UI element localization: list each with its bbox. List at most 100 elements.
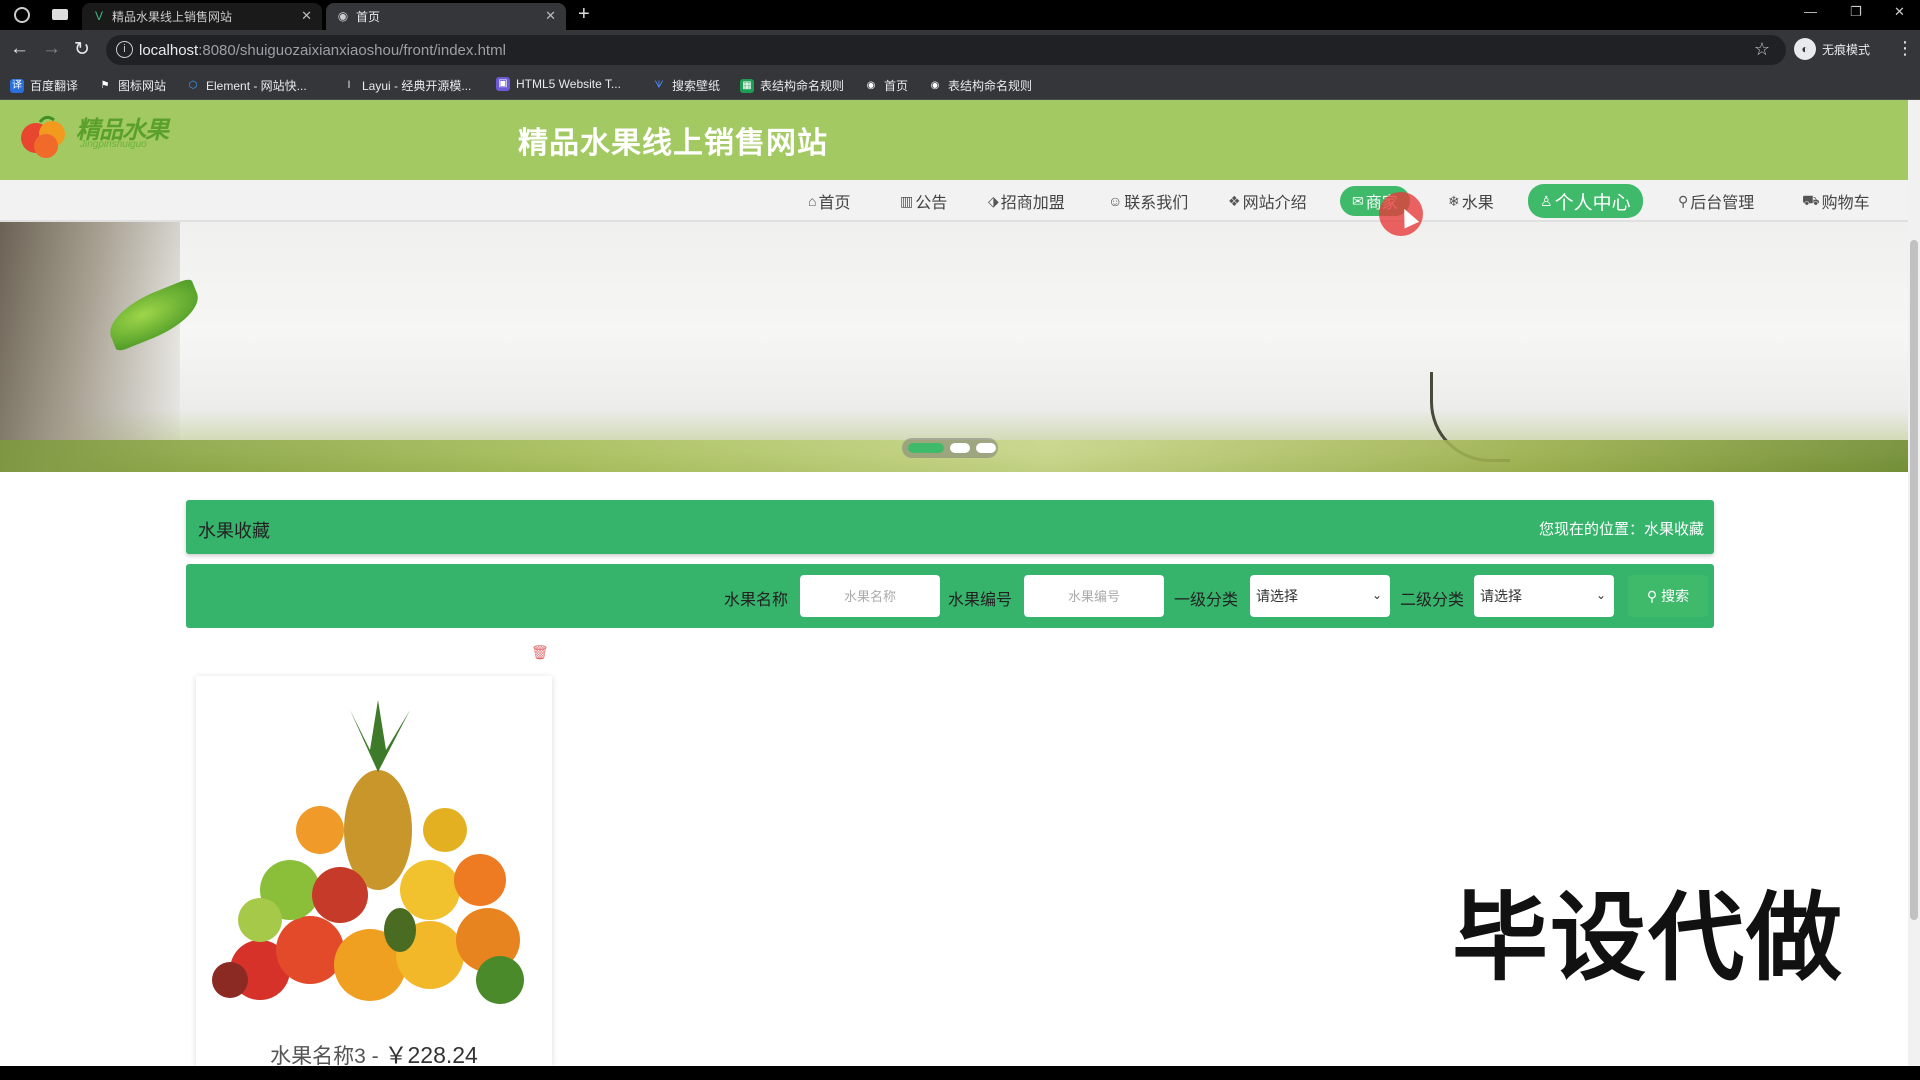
translate-icon: 译 — [10, 78, 24, 93]
category2-select[interactable]: 请选择 ⌄ — [1474, 575, 1614, 617]
flag-icon: ⚑ — [100, 79, 110, 91]
hero-banner[interactable] — [0, 222, 1908, 472]
incognito-label: 无痕模式 — [1822, 42, 1871, 57]
chevron-down-icon: ⌄ — [1595, 588, 1606, 602]
browser-chrome: V 精品水果线上销售网站 ✕ ◉ 首页 ✕ + — ❐ ✕ ← → ↻ i lo… — [0, 0, 1920, 100]
link-icon: ⚲ — [1678, 192, 1689, 209]
info-icon[interactable]: i — [116, 41, 133, 58]
layui-icon: l — [347, 79, 351, 91]
browser-tab-2[interactable]: ◉ 首页 ✕ — [326, 3, 566, 30]
trash-icon[interactable]: 🗑 — [531, 644, 549, 660]
site-nav: ⌂首页 ▥公告 ⬗招商加盟 ☺联系我们 ❖网站介绍 ✉商家 ❄水果 ♙个人中心 … — [0, 180, 1908, 222]
fruit-code-input[interactable] — [1024, 575, 1164, 617]
mail-icon: ✉ — [1352, 192, 1364, 209]
bookmarks-bar: 译百度翻译 ⚑ 图标网站 ⬡ Element - 网站快... l Layui - 经… — [0, 70, 1920, 100]
sheet-icon: ▦ — [740, 78, 754, 93]
product-title[interactable]: 水果名称3 - ￥228.24 — [196, 1036, 552, 1066]
carousel-dot-active[interactable] — [908, 443, 944, 453]
new-tab-icon[interactable]: + — [578, 3, 590, 26]
bookmark-item[interactable]: ⚑ 图标网站 — [98, 77, 167, 94]
fruit-name-input[interactable] — [800, 575, 940, 617]
nav-home[interactable]: ⌂ 首页 — [808, 186, 850, 216]
user-icon: ♙ — [1540, 192, 1553, 209]
globe-icon: ◉ — [866, 79, 876, 91]
bookmark-item[interactable]: ◉ 表结构命名规则 — [928, 77, 1032, 94]
bookmark-item[interactable]: ⬡ Element - 网站快... — [186, 77, 307, 94]
fruit-code-label: 水果编号 — [948, 592, 1013, 609]
forward-icon[interactable]: → — [42, 38, 61, 60]
bookmark-item[interactable]: l Layui - 经典开源模... — [342, 77, 471, 94]
tab-strip: V 精品水果线上销售网站 ✕ ◉ 首页 ✕ + — ❐ ✕ — [0, 0, 1920, 30]
nav-contact[interactable]: ☺ 联系我们 — [1108, 186, 1188, 216]
carousel-dot[interactable] — [976, 443, 996, 453]
fruit-logo-icon — [21, 115, 65, 158]
book-icon: ❖ — [1228, 192, 1241, 209]
reload-icon[interactable]: ↻ — [74, 38, 90, 61]
category1-label: 一级分类 — [1174, 592, 1239, 609]
bottom-edge — [0, 1066, 1920, 1080]
bookmark-item[interactable]: ▣ HTML5 Website T... — [496, 77, 621, 91]
logo-subtext: Jingpinshuiguo — [80, 139, 147, 150]
search-icon: ⚲ — [1646, 587, 1658, 604]
globe-icon: ◉ — [337, 9, 349, 23]
bookmark-item[interactable]: ᗐ 搜索壁纸 — [652, 77, 720, 94]
wallpaper-icon: ᗐ — [654, 79, 664, 91]
element-icon: ⬡ — [188, 79, 198, 91]
address-bar[interactable]: i localhost:8080/shuiguozaixianxiaoshou/… — [106, 35, 1786, 65]
site-header: 精品水果 Jingpinshuiguo 精品水果线上销售网站 — [0, 100, 1908, 180]
snowflake-icon: ❄ — [1448, 192, 1460, 209]
breadcrumb-position: 您现在的位置：水果收藏 — [1538, 521, 1704, 538]
nav-admin[interactable]: ⚲ 后台管理 — [1678, 186, 1754, 216]
tab-title: 首页 — [356, 10, 381, 24]
product-price: ￥228.24 — [384, 1042, 478, 1066]
banner-tree — [0, 222, 180, 472]
close-icon[interactable]: ✕ — [301, 8, 312, 24]
html5-icon: ▣ — [496, 77, 510, 91]
scrollbar-thumb[interactable] — [1910, 240, 1918, 920]
product-card[interactable]: 水果名称3 - ￥228.24 — [196, 676, 552, 1066]
tab-title: 精品水果线上销售网站 — [112, 10, 233, 24]
chrome-icon[interactable] — [14, 7, 30, 23]
cart-icon: ⛟ — [1802, 191, 1820, 208]
nav-franchise[interactable]: ⬗ 招商加盟 — [988, 186, 1065, 216]
fruit-name-label: 水果名称 — [724, 592, 789, 609]
star-icon[interactable]: ☆ — [1754, 39, 1770, 60]
minimize-icon[interactable]: — — [1804, 4, 1817, 19]
tag-icon: ⬗ — [988, 192, 999, 209]
bookmark-item[interactable]: ◉ 首页 — [864, 77, 908, 94]
watermark-text: 毕设代做 — [1452, 885, 1844, 992]
breadcrumb: 水果收藏 您现在的位置：水果收藏 — [186, 500, 1714, 554]
chevron-down-icon: ⌄ — [1371, 588, 1382, 602]
restore-icon[interactable]: ❐ — [1850, 4, 1862, 20]
carousel-indicators — [902, 438, 998, 458]
page-title: 水果收藏 — [198, 521, 270, 541]
nav-fruit[interactable]: ❄ 水果 — [1448, 186, 1494, 216]
close-icon[interactable]: ✕ — [545, 8, 556, 24]
category1-select[interactable]: 请选择 ⌄ — [1250, 575, 1390, 617]
menu-icon[interactable]: ⋮ — [1896, 38, 1914, 59]
url-text[interactable]: localhost:8080/shuiguozaixianxiaoshou/fr… — [139, 42, 506, 59]
nav-about[interactable]: ❖ 网站介绍 — [1228, 186, 1307, 216]
window-icon[interactable] — [52, 9, 68, 20]
bookmark-item[interactable]: 译百度翻译 — [10, 77, 78, 94]
page-content: 精品水果 Jingpinshuiguo 精品水果线上销售网站 ⌂ 首页 ▥ 公告 ⬗… — [0, 100, 1908, 1066]
nav-notice[interactable]: ▥ 公告 — [900, 186, 947, 216]
contact-icon: ☺ — [1108, 193, 1123, 209]
site-title: 精品水果线上销售网站 — [518, 127, 828, 160]
incognito-indicator[interactable]: ◐ 无痕模式 — [1794, 38, 1870, 60]
carousel-dot[interactable] — [950, 443, 970, 453]
fruit-image[interactable] — [200, 680, 548, 1020]
incognito-icon: ◐ — [1794, 38, 1816, 60]
notice-icon: ▥ — [900, 192, 914, 209]
nav-cart[interactable]: ⛟ 购物车 — [1802, 186, 1870, 216]
close-window-icon[interactable]: ✕ — [1894, 4, 1905, 20]
scrollbar[interactable] — [1908, 100, 1920, 1066]
nav-user-center[interactable]: ♙ 个人中心 — [1528, 184, 1643, 218]
globe-icon: ◉ — [930, 79, 940, 91]
bookmark-item[interactable]: ▦ 表结构命名规则 — [740, 77, 844, 94]
search-button[interactable]: ⚲ 搜索 — [1628, 575, 1708, 617]
browser-tab-1[interactable]: V 精品水果线上销售网站 ✕ — [82, 3, 322, 30]
search-form: 水果名称 水果编号 一级分类 请选择⌄ 二级分类 请选择⌄ ⚲搜索 — [186, 564, 1714, 628]
back-icon[interactable]: ← — [10, 38, 29, 60]
site-logo[interactable]: 精品水果 Jingpinshuiguo — [20, 106, 170, 162]
